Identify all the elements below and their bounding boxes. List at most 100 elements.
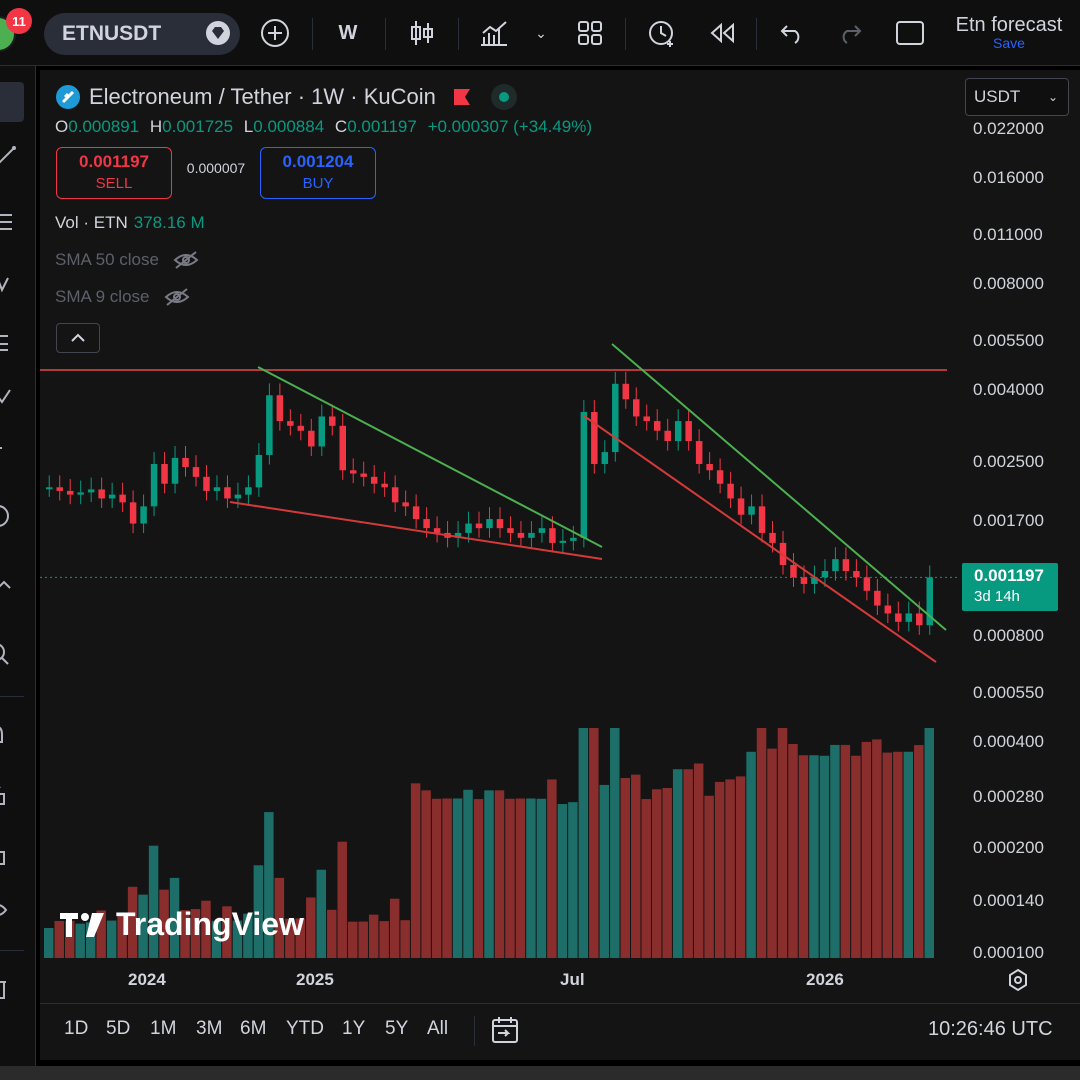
flag-icon[interactable] (452, 87, 472, 107)
visibility-tool-icon[interactable] (0, 898, 24, 928)
diamond-icon[interactable] (198, 0, 238, 66)
price-tick: 0.000200 (973, 838, 1044, 857)
chart-canvas[interactable] (40, 70, 1080, 1005)
volume-label: Vol · ETN (55, 213, 128, 232)
collapse-legend-button[interactable] (56, 323, 100, 353)
layouts-icon[interactable] (568, 0, 612, 66)
volume-bar (442, 798, 452, 958)
price-tick: 0.002500 (973, 452, 1044, 471)
price-tick: 0.000400 (973, 732, 1044, 751)
forecast-tool-icon[interactable] (0, 330, 24, 360)
sell-button[interactable]: 0.001197 SELL (56, 147, 172, 199)
indicators-icon[interactable] (472, 0, 516, 66)
candle-body (339, 425, 346, 471)
trash-icon[interactable] (0, 976, 24, 1006)
sma50-label: SMA 50 close (55, 250, 159, 269)
eye-off-icon[interactable] (173, 250, 199, 270)
fib-tool-icon[interactable] (0, 210, 24, 240)
candle-body (612, 383, 619, 453)
utc-clock[interactable]: 10:26:46 UTC (928, 1018, 1053, 1041)
chevron-down-icon[interactable]: ⌄ (528, 0, 554, 66)
range-5y[interactable]: 5Y (385, 1018, 408, 1040)
candle-body (423, 519, 430, 529)
ruler-tool-icon[interactable] (0, 578, 24, 608)
alert-clock-icon[interactable] (640, 0, 684, 66)
change-value: +0.000307 (+34.49%) (427, 117, 593, 136)
candle-body (465, 523, 472, 533)
buy-label: BUY (302, 175, 334, 192)
candle-body (349, 470, 357, 474)
candle-body (171, 457, 179, 484)
candle-body (905, 613, 913, 622)
text-tool-icon[interactable] (0, 444, 24, 474)
volume-bar (641, 799, 651, 958)
open-value: 0.000891 (68, 117, 140, 136)
candle-body (758, 506, 766, 533)
settings-gear-icon[interactable] (1006, 968, 1030, 997)
legend-header: Electroneum / Tether · 1W · KuCoin (55, 82, 518, 112)
candle-body (842, 559, 850, 572)
eye-off-icon[interactable] (164, 287, 190, 307)
volume-bar (358, 921, 368, 958)
layout-name[interactable]: Etn forecast Save (944, 14, 1074, 51)
volume-bar (494, 790, 505, 958)
volume-bar (872, 739, 882, 958)
redo-icon[interactable] (830, 0, 870, 66)
market-status-icon[interactable] (490, 83, 518, 111)
range-1d[interactable]: 1D (64, 1018, 88, 1040)
candle-body (45, 487, 53, 490)
fullscreen-icon[interactable] (890, 0, 930, 66)
cursor-tool-icon[interactable] (0, 82, 24, 122)
sma50-legend[interactable]: SMA 50 close (55, 250, 199, 270)
save-button[interactable]: Save (944, 35, 1074, 51)
trendline-tool-icon[interactable] (0, 144, 24, 174)
range-5d[interactable]: 5D (106, 1018, 130, 1040)
price-tick: 0.008000 (973, 274, 1044, 293)
candle-body (769, 532, 776, 543)
goto-date-icon[interactable] (490, 1015, 520, 1050)
range-3m[interactable]: 3M (196, 1018, 222, 1040)
brush-tool-icon[interactable] (0, 386, 24, 416)
range-1y[interactable]: 1Y (342, 1018, 365, 1040)
candle-body (706, 463, 713, 471)
lock-tool-icon[interactable] (0, 782, 24, 812)
candle-body (695, 441, 703, 464)
price-tick: 0.011000 (973, 225, 1043, 244)
volume-bar (389, 898, 400, 958)
open-key: O (55, 117, 69, 136)
undo-icon[interactable] (772, 0, 812, 66)
candle-body (98, 489, 105, 499)
magnet-tool-icon[interactable] (0, 722, 24, 752)
volume-bar (861, 741, 872, 958)
close-key: C (334, 117, 348, 136)
symbol-label[interactable]: ETNUSDT (62, 13, 161, 55)
range-1m[interactable]: 1M (150, 1018, 176, 1040)
zoom-tool-icon[interactable] (0, 642, 24, 672)
candle-body (182, 457, 189, 468)
lock-drawings-icon[interactable] (0, 842, 24, 872)
volume-bar (777, 728, 788, 958)
candle-body (549, 528, 556, 543)
candle-body (381, 483, 388, 488)
candles-icon[interactable] (402, 0, 442, 66)
price-tick: 0.001700 (973, 511, 1044, 530)
candle-body (129, 502, 137, 524)
range-6m[interactable]: 6M (240, 1018, 266, 1040)
buy-button[interactable]: 0.001204 BUY (260, 147, 376, 199)
sma9-legend[interactable]: SMA 9 close (55, 287, 190, 307)
currency-select[interactable]: USDT ⌄ (965, 78, 1069, 116)
volume-bar (505, 798, 515, 958)
emoji-tool-icon[interactable] (0, 504, 24, 534)
range-all[interactable]: All (427, 1018, 448, 1040)
candle-body (56, 487, 63, 491)
time-tick: 2026 (806, 970, 844, 989)
add-symbol-icon[interactable] (255, 0, 295, 66)
replay-icon[interactable] (700, 0, 744, 66)
chart-title[interactable]: Electroneum / Tether · 1W · KuCoin (89, 84, 436, 110)
range-ytd[interactable]: YTD (286, 1018, 324, 1040)
interval-button[interactable]: W (328, 0, 368, 66)
volume-legend[interactable]: Vol · ETN 378.16 M (55, 213, 205, 233)
volume-bar (379, 921, 389, 958)
candle-body (664, 430, 671, 442)
pattern-tool-icon[interactable] (0, 270, 24, 300)
